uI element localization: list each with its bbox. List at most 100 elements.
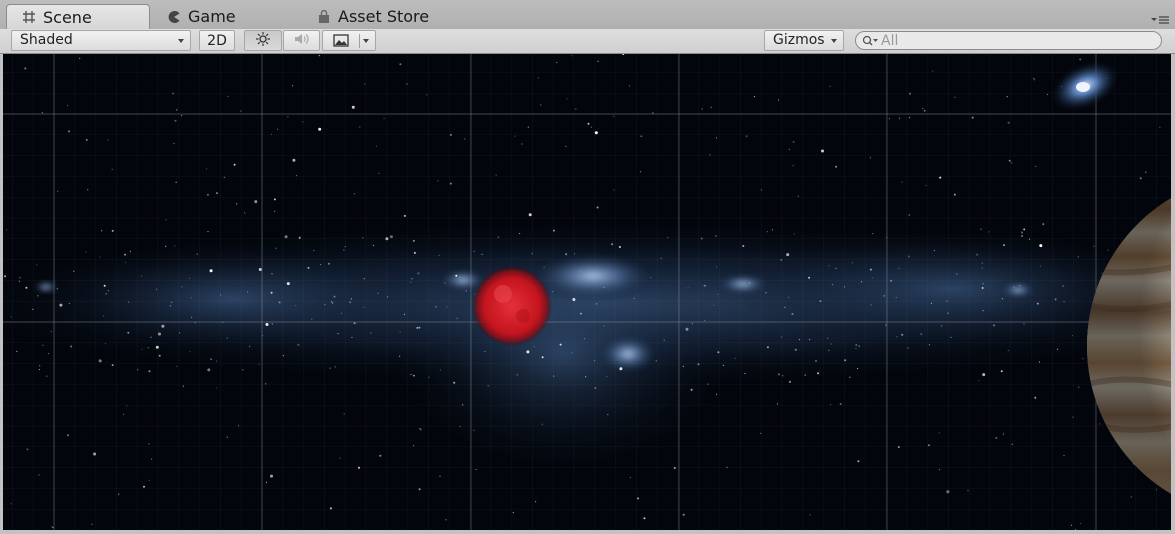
star — [794, 348, 797, 351]
star — [895, 297, 897, 299]
star — [320, 263, 322, 266]
star — [1079, 58, 1082, 61]
star — [455, 274, 458, 277]
star — [606, 376, 608, 378]
star — [629, 476, 632, 479]
star — [419, 428, 421, 430]
star — [104, 343, 107, 345]
star — [41, 112, 43, 114]
star — [784, 306, 786, 308]
star — [375, 145, 377, 147]
star — [715, 137, 718, 139]
tab-asset-store-label: Asset Store — [338, 7, 430, 26]
star — [565, 253, 568, 256]
star — [161, 324, 165, 328]
star — [265, 323, 269, 326]
star — [830, 403, 832, 406]
star — [713, 304, 715, 306]
star — [797, 195, 800, 197]
star — [5, 229, 8, 231]
star — [709, 154, 711, 156]
shading-mode-dropdown[interactable]: Shaded — [11, 30, 191, 51]
star — [890, 279, 893, 282]
star — [169, 305, 171, 307]
star — [148, 480, 150, 482]
star — [101, 230, 103, 232]
scene-viewport[interactable] — [3, 54, 1171, 530]
star — [540, 104, 542, 106]
star — [311, 318, 313, 320]
tab-scene-label: Scene — [43, 7, 92, 27]
star — [445, 519, 447, 521]
sun-icon — [255, 31, 271, 51]
star — [643, 517, 646, 520]
star — [932, 70, 934, 72]
star — [1006, 96, 1008, 98]
star — [91, 523, 93, 525]
star — [771, 229, 774, 231]
star — [954, 96, 956, 98]
tab-menu-icon[interactable] — [1151, 14, 1169, 26]
star — [988, 231, 990, 233]
star — [682, 365, 684, 367]
star — [143, 485, 145, 488]
star — [56, 288, 58, 290]
star — [36, 264, 38, 266]
star — [102, 315, 105, 317]
search-input[interactable] — [881, 32, 1151, 49]
effects-dropdown[interactable] — [322, 30, 376, 51]
star — [633, 297, 635, 299]
star — [111, 229, 114, 232]
tab-game[interactable]: Game — [152, 4, 292, 29]
star — [412, 239, 415, 242]
star — [1019, 285, 1021, 287]
star — [497, 236, 499, 238]
star — [765, 292, 767, 294]
star — [691, 323, 694, 325]
gizmos-label: Gizmos — [773, 32, 825, 48]
star — [992, 324, 995, 327]
star — [333, 295, 336, 298]
star — [766, 231, 769, 233]
star — [226, 436, 228, 438]
star — [527, 126, 529, 128]
star — [487, 385, 489, 387]
star — [207, 368, 211, 372]
star — [399, 331, 401, 333]
star — [438, 254, 440, 257]
star — [413, 445, 415, 447]
star — [171, 301, 173, 303]
star — [158, 332, 161, 336]
star — [175, 181, 177, 183]
star — [128, 301, 130, 303]
star — [172, 92, 175, 95]
audio-toggle[interactable] — [283, 30, 320, 51]
star — [50, 330, 52, 333]
tab-asset-store[interactable]: Asset Store — [302, 4, 472, 29]
gizmos-dropdown[interactable]: Gizmos — [764, 30, 844, 51]
star — [416, 326, 419, 329]
star — [971, 116, 974, 119]
star — [176, 109, 178, 111]
star — [189, 350, 191, 353]
star — [831, 283, 834, 286]
star — [99, 256, 101, 258]
star — [704, 285, 706, 287]
star — [815, 360, 817, 362]
star — [541, 423, 544, 425]
star — [313, 250, 315, 252]
star — [514, 135, 516, 137]
star — [287, 116, 289, 118]
star — [258, 268, 262, 271]
star — [277, 128, 279, 130]
scene-canvas[interactable] — [3, 54, 1171, 530]
star — [980, 228, 982, 230]
lighting-toggle[interactable] — [244, 30, 282, 51]
mode-2d-toggle[interactable]: 2D — [199, 30, 235, 51]
tab-scene[interactable]: Scene — [6, 4, 150, 29]
star — [777, 373, 780, 376]
star — [174, 119, 177, 122]
star — [295, 304, 297, 307]
hierarchy-search-field[interactable] — [855, 31, 1162, 50]
star — [297, 344, 299, 346]
